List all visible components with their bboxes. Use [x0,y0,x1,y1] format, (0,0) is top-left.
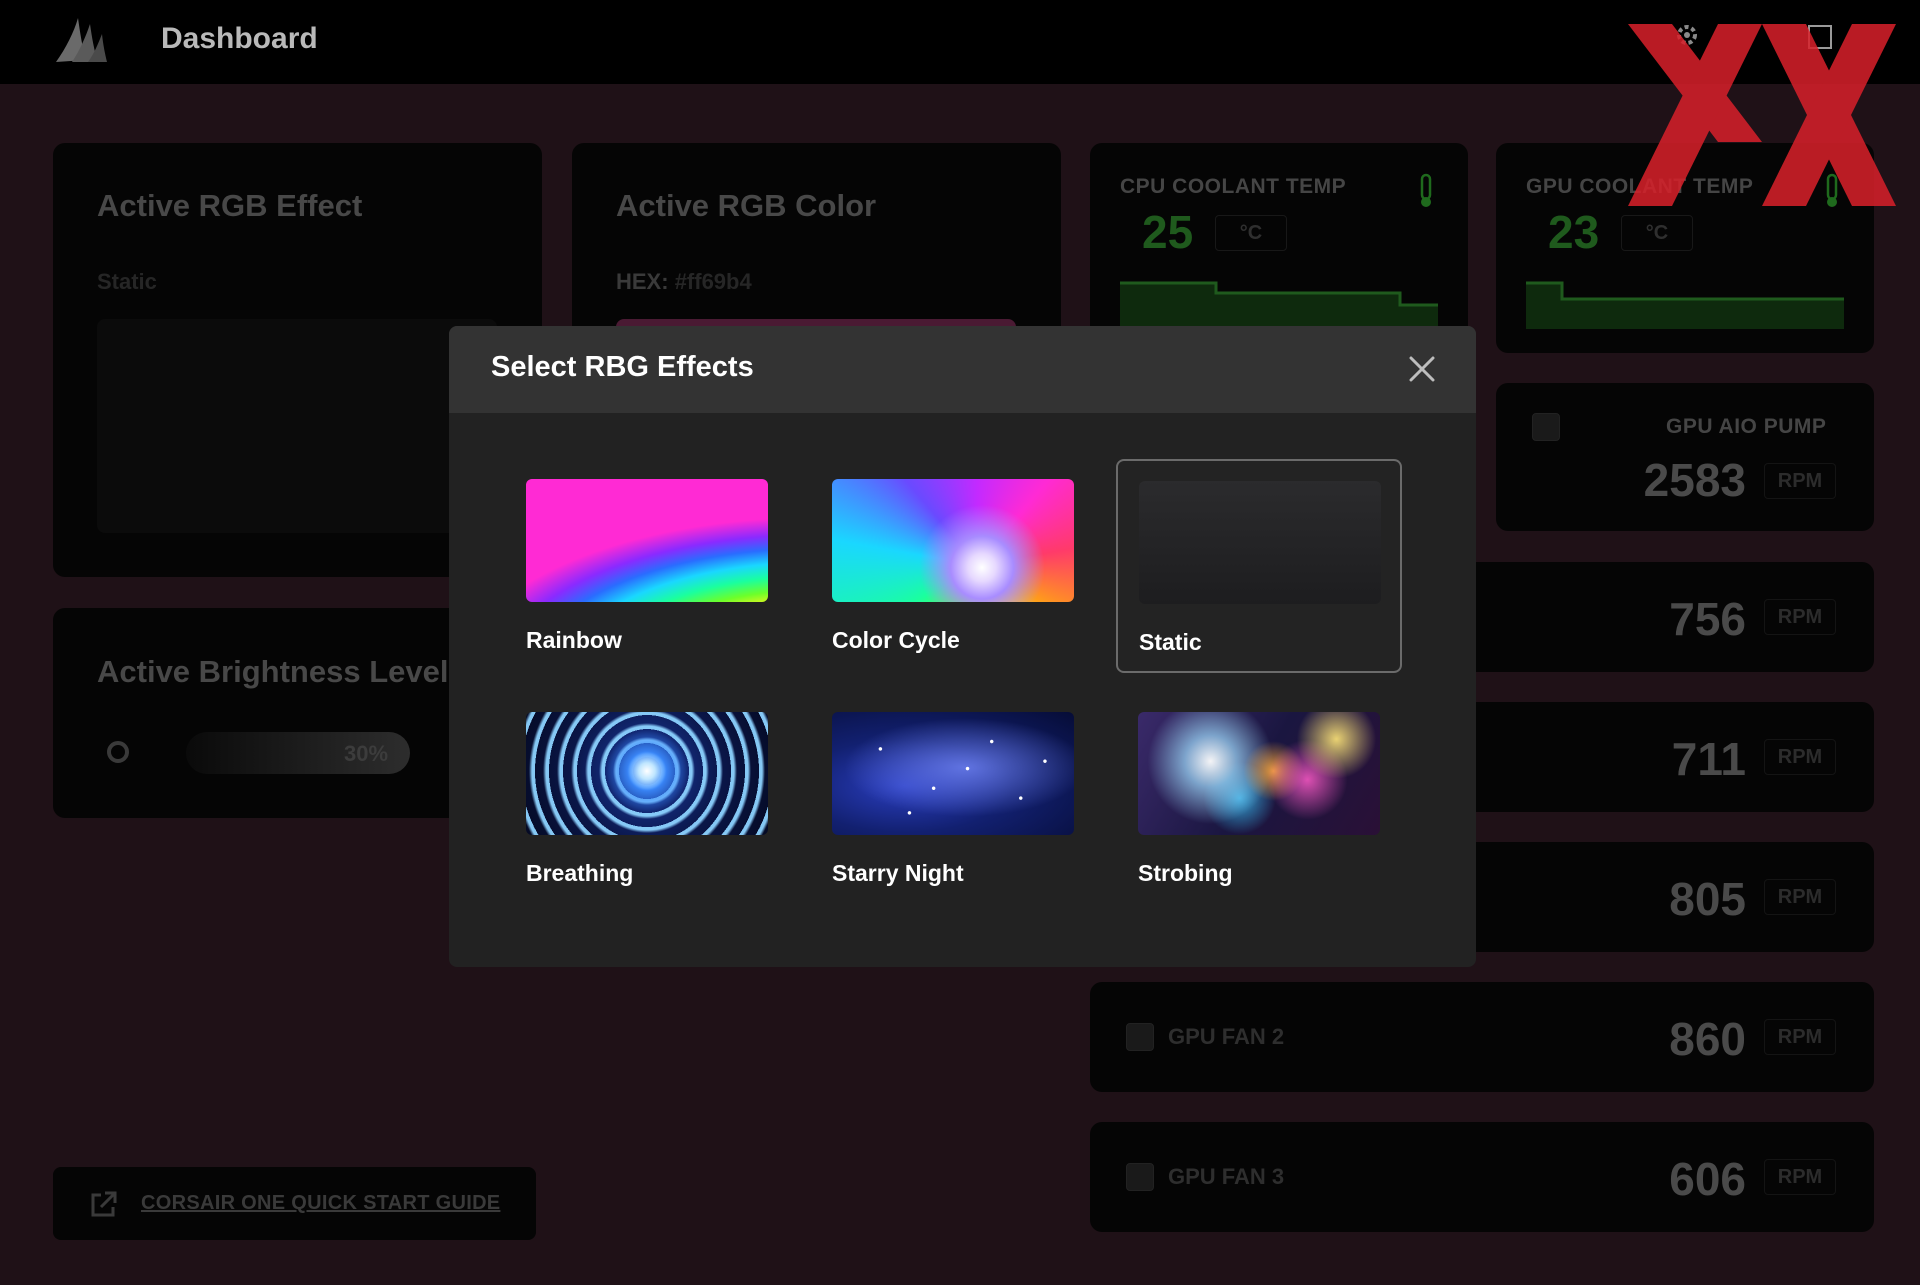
effect-option-starry-night[interactable]: Starry Night [812,692,1098,906]
fan-name: GPU AIO PUMP [1666,415,1827,438]
rpm-unit: RPM [1764,1159,1836,1195]
temp-value: 23 [1548,206,1600,258]
effect-label: Static [1139,629,1202,655]
rpm-unit: RPM [1764,879,1836,915]
effect-option-color-cycle[interactable]: Color Cycle [812,459,1098,673]
gpu-fan-3-card: GPU FAN 3 606 RPM [1090,1122,1874,1232]
effect-label: Breathing [526,860,634,886]
brightness-indicator [107,741,129,763]
effect-option-static[interactable]: Static [1116,459,1402,673]
rpm-value: 606 [1669,1153,1746,1205]
modal-title: Select RBG Effects [491,351,754,383]
strobing-thumbnail [1138,712,1380,835]
hex-value: #ff69b4 [674,269,752,294]
active-rgb-color-card: Active RGB Color HEX: #ff69b4 [572,143,1061,349]
rpm-unit: RPM [1764,739,1836,775]
app-title: Dashboard [161,22,318,55]
fan-name: GPU FAN 3 [1168,1164,1285,1189]
cpu-temp-sparkline [1120,281,1438,329]
cpu-coolant-temp-card: CPU COOLANT TEMP 25 °C [1090,143,1468,353]
watermark-logo [1628,24,1896,206]
fan-name: GPU FAN 2 [1168,1024,1285,1049]
close-icon[interactable] [1405,352,1439,386]
card-title: Active RGB Effect [97,188,363,223]
effect-value: Static [97,269,157,294]
rpm-unit: RPM [1764,463,1836,499]
card-title: Active Brightness Level [97,654,449,689]
temp-unit: °C [1621,215,1693,251]
gpu-aio-pump-card: GPU AIO PUMP 2583 RPM [1496,383,1874,531]
static-thumbnail [1139,481,1381,604]
fan-icon [1126,1163,1154,1191]
rpm-value: 860 [1669,1013,1746,1065]
card-title: Active RGB Color [616,188,877,223]
rpm-value: 756 [1669,593,1746,645]
rpm-value: 805 [1669,873,1746,925]
brightness-value: 30% [344,741,389,766]
rpm-value: 711 [1671,733,1746,785]
effect-label: Rainbow [526,627,622,653]
effect-label: Starry Night [832,860,964,886]
corsair-logo-icon [56,18,107,62]
rainbow-thumbnail [526,479,768,602]
select-rgb-effects-modal: Select RBG Effects Rainbow Color Cycle S… [449,326,1476,967]
gpu-temp-sparkline [1526,281,1844,329]
effect-preview [97,319,497,533]
external-link-icon [91,1191,117,1217]
effect-label: Strobing [1138,860,1233,886]
rpm-value: 2583 [1643,454,1746,506]
thermometer-icon [1420,173,1432,207]
effect-option-strobing[interactable]: Strobing [1118,692,1404,906]
breathing-thumbnail [526,712,768,835]
color-cycle-thumbnail [832,479,1074,602]
fan-icon [1532,413,1560,441]
quick-start-guide-link[interactable]: CORSAIR ONE QUICK START GUIDE [141,1192,500,1215]
modal-header: Select RBG Effects [449,326,1476,413]
rpm-unit: RPM [1764,1019,1836,1055]
quick-start-guide[interactable]: CORSAIR ONE QUICK START GUIDE [53,1167,536,1240]
temp-value: 25 [1142,206,1194,258]
stat-label: CPU COOLANT TEMP [1120,175,1347,198]
fan-icon [1126,1023,1154,1051]
starry-night-thumbnail [832,712,1074,835]
effect-option-rainbow[interactable]: Rainbow [506,459,792,673]
gpu-fan-2-card: GPU FAN 2 860 RPM [1090,982,1874,1092]
rpm-unit: RPM [1764,599,1836,635]
effect-option-breathing[interactable]: Breathing [506,692,792,906]
temp-unit: °C [1215,215,1287,251]
hex-label: HEX: [616,269,669,294]
effect-label: Color Cycle [832,627,960,653]
hex-row: HEX: #ff69b4 [616,269,752,295]
